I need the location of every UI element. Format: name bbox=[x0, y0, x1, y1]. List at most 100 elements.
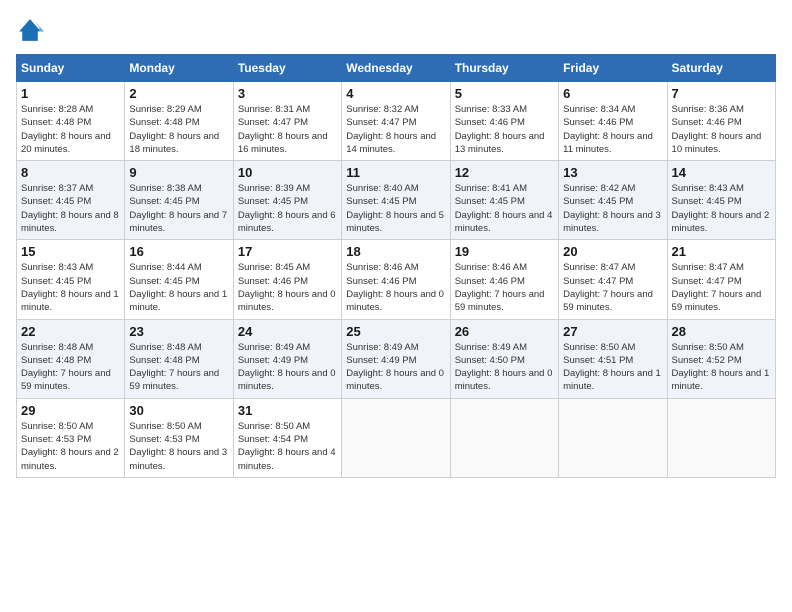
sunrise-label: Sunrise: 8:36 AM bbox=[672, 104, 744, 115]
sunrise-label: Sunrise: 8:50 AM bbox=[129, 421, 201, 432]
day-info: Sunrise: 8:32 AM Sunset: 4:47 PM Dayligh… bbox=[346, 103, 445, 156]
day-info: Sunrise: 8:41 AM Sunset: 4:45 PM Dayligh… bbox=[455, 182, 554, 235]
weekday-header-cell: Wednesday bbox=[342, 55, 450, 82]
day-info: Sunrise: 8:43 AM Sunset: 4:45 PM Dayligh… bbox=[672, 182, 771, 235]
sunrise-label: Sunrise: 8:49 AM bbox=[346, 342, 418, 353]
sunrise-label: Sunrise: 8:42 AM bbox=[563, 183, 635, 194]
day-info: Sunrise: 8:33 AM Sunset: 4:46 PM Dayligh… bbox=[455, 103, 554, 156]
day-info: Sunrise: 8:50 AM Sunset: 4:52 PM Dayligh… bbox=[672, 341, 771, 394]
sunset-label: Sunset: 4:49 PM bbox=[238, 355, 308, 366]
day-info: Sunrise: 8:48 AM Sunset: 4:48 PM Dayligh… bbox=[21, 341, 120, 394]
day-number: 22 bbox=[21, 324, 120, 339]
logo-icon bbox=[16, 16, 44, 44]
daylight-label: Daylight: 8 hours and 18 minutes. bbox=[129, 131, 219, 155]
day-number: 10 bbox=[238, 165, 337, 180]
day-number: 16 bbox=[129, 244, 228, 259]
sunset-label: Sunset: 4:45 PM bbox=[563, 196, 633, 207]
calendar-day-cell: 2 Sunrise: 8:29 AM Sunset: 4:48 PM Dayli… bbox=[125, 82, 233, 161]
day-number: 3 bbox=[238, 86, 337, 101]
weekday-header-cell: Friday bbox=[559, 55, 667, 82]
calendar-day-cell: 4 Sunrise: 8:32 AM Sunset: 4:47 PM Dayli… bbox=[342, 82, 450, 161]
day-number: 11 bbox=[346, 165, 445, 180]
daylight-label: Daylight: 8 hours and 20 minutes. bbox=[21, 131, 111, 155]
calendar-day-cell: 20 Sunrise: 8:47 AM Sunset: 4:47 PM Dayl… bbox=[559, 240, 667, 319]
daylight-label: Daylight: 8 hours and 4 minutes. bbox=[238, 447, 336, 471]
daylight-label: Daylight: 8 hours and 13 minutes. bbox=[455, 131, 545, 155]
day-info: Sunrise: 8:50 AM Sunset: 4:54 PM Dayligh… bbox=[238, 420, 337, 473]
daylight-label: Daylight: 8 hours and 6 minutes. bbox=[238, 210, 336, 234]
day-number: 13 bbox=[563, 165, 662, 180]
day-number: 9 bbox=[129, 165, 228, 180]
sunset-label: Sunset: 4:45 PM bbox=[672, 196, 742, 207]
daylight-label: Daylight: 7 hours and 59 minutes. bbox=[21, 368, 111, 392]
sunset-label: Sunset: 4:45 PM bbox=[21, 276, 91, 287]
calendar-day-cell bbox=[450, 398, 558, 477]
sunrise-label: Sunrise: 8:39 AM bbox=[238, 183, 310, 194]
sunrise-label: Sunrise: 8:49 AM bbox=[455, 342, 527, 353]
daylight-label: Daylight: 8 hours and 2 minutes. bbox=[21, 447, 119, 471]
day-number: 4 bbox=[346, 86, 445, 101]
sunset-label: Sunset: 4:47 PM bbox=[672, 276, 742, 287]
daylight-label: Daylight: 8 hours and 1 minute. bbox=[21, 289, 119, 313]
day-number: 15 bbox=[21, 244, 120, 259]
calendar-day-cell bbox=[559, 398, 667, 477]
sunrise-label: Sunrise: 8:31 AM bbox=[238, 104, 310, 115]
day-info: Sunrise: 8:31 AM Sunset: 4:47 PM Dayligh… bbox=[238, 103, 337, 156]
daylight-label: Daylight: 7 hours and 59 minutes. bbox=[129, 368, 219, 392]
daylight-label: Daylight: 8 hours and 0 minutes. bbox=[238, 368, 336, 392]
sunrise-label: Sunrise: 8:33 AM bbox=[455, 104, 527, 115]
logo bbox=[16, 16, 48, 44]
sunrise-label: Sunrise: 8:45 AM bbox=[238, 262, 310, 273]
day-number: 25 bbox=[346, 324, 445, 339]
day-info: Sunrise: 8:49 AM Sunset: 4:49 PM Dayligh… bbox=[346, 341, 445, 394]
sunset-label: Sunset: 4:53 PM bbox=[21, 434, 91, 445]
daylight-label: Daylight: 8 hours and 7 minutes. bbox=[129, 210, 227, 234]
daylight-label: Daylight: 8 hours and 2 minutes. bbox=[672, 210, 770, 234]
weekday-header-cell: Sunday bbox=[17, 55, 125, 82]
day-info: Sunrise: 8:40 AM Sunset: 4:45 PM Dayligh… bbox=[346, 182, 445, 235]
sunset-label: Sunset: 4:50 PM bbox=[455, 355, 525, 366]
day-info: Sunrise: 8:36 AM Sunset: 4:46 PM Dayligh… bbox=[672, 103, 771, 156]
daylight-label: Daylight: 8 hours and 16 minutes. bbox=[238, 131, 328, 155]
sunset-label: Sunset: 4:48 PM bbox=[129, 117, 199, 128]
calendar-week-row: 8 Sunrise: 8:37 AM Sunset: 4:45 PM Dayli… bbox=[17, 161, 776, 240]
day-info: Sunrise: 8:37 AM Sunset: 4:45 PM Dayligh… bbox=[21, 182, 120, 235]
day-number: 20 bbox=[563, 244, 662, 259]
calendar-week-row: 15 Sunrise: 8:43 AM Sunset: 4:45 PM Dayl… bbox=[17, 240, 776, 319]
calendar-day-cell: 1 Sunrise: 8:28 AM Sunset: 4:48 PM Dayli… bbox=[17, 82, 125, 161]
sunrise-label: Sunrise: 8:47 AM bbox=[672, 262, 744, 273]
weekday-header-row: SundayMondayTuesdayWednesdayThursdayFrid… bbox=[17, 55, 776, 82]
calendar-day-cell: 16 Sunrise: 8:44 AM Sunset: 4:45 PM Dayl… bbox=[125, 240, 233, 319]
sunset-label: Sunset: 4:54 PM bbox=[238, 434, 308, 445]
calendar-day-cell: 30 Sunrise: 8:50 AM Sunset: 4:53 PM Dayl… bbox=[125, 398, 233, 477]
day-number: 29 bbox=[21, 403, 120, 418]
day-number: 27 bbox=[563, 324, 662, 339]
day-number: 14 bbox=[672, 165, 771, 180]
calendar-day-cell: 21 Sunrise: 8:47 AM Sunset: 4:47 PM Dayl… bbox=[667, 240, 775, 319]
day-info: Sunrise: 8:42 AM Sunset: 4:45 PM Dayligh… bbox=[563, 182, 662, 235]
daylight-label: Daylight: 8 hours and 0 minutes. bbox=[238, 289, 336, 313]
calendar-day-cell: 7 Sunrise: 8:36 AM Sunset: 4:46 PM Dayli… bbox=[667, 82, 775, 161]
calendar-day-cell: 25 Sunrise: 8:49 AM Sunset: 4:49 PM Dayl… bbox=[342, 319, 450, 398]
day-number: 2 bbox=[129, 86, 228, 101]
day-info: Sunrise: 8:49 AM Sunset: 4:50 PM Dayligh… bbox=[455, 341, 554, 394]
day-number: 26 bbox=[455, 324, 554, 339]
sunset-label: Sunset: 4:52 PM bbox=[672, 355, 742, 366]
calendar-day-cell: 14 Sunrise: 8:43 AM Sunset: 4:45 PM Dayl… bbox=[667, 161, 775, 240]
calendar-day-cell: 27 Sunrise: 8:50 AM Sunset: 4:51 PM Dayl… bbox=[559, 319, 667, 398]
weekday-header-cell: Tuesday bbox=[233, 55, 341, 82]
sunrise-label: Sunrise: 8:46 AM bbox=[346, 262, 418, 273]
day-number: 18 bbox=[346, 244, 445, 259]
sunrise-label: Sunrise: 8:50 AM bbox=[21, 421, 93, 432]
daylight-label: Daylight: 7 hours and 59 minutes. bbox=[455, 289, 545, 313]
day-number: 28 bbox=[672, 324, 771, 339]
sunrise-label: Sunrise: 8:49 AM bbox=[238, 342, 310, 353]
day-info: Sunrise: 8:48 AM Sunset: 4:48 PM Dayligh… bbox=[129, 341, 228, 394]
daylight-label: Daylight: 8 hours and 3 minutes. bbox=[563, 210, 661, 234]
daylight-label: Daylight: 8 hours and 10 minutes. bbox=[672, 131, 762, 155]
daylight-label: Daylight: 8 hours and 0 minutes. bbox=[346, 368, 444, 392]
day-info: Sunrise: 8:38 AM Sunset: 4:45 PM Dayligh… bbox=[129, 182, 228, 235]
daylight-label: Daylight: 7 hours and 59 minutes. bbox=[672, 289, 762, 313]
day-info: Sunrise: 8:39 AM Sunset: 4:45 PM Dayligh… bbox=[238, 182, 337, 235]
day-number: 5 bbox=[455, 86, 554, 101]
